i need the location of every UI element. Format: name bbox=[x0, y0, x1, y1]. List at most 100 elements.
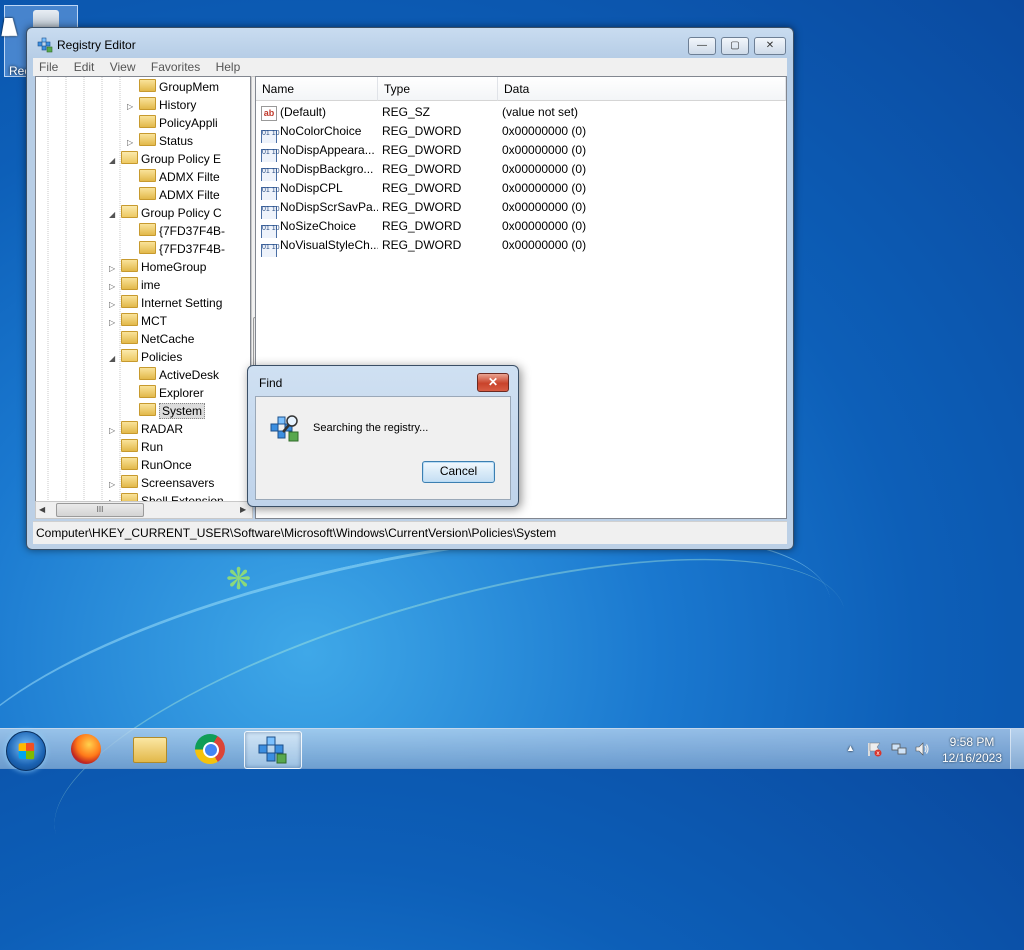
value-type: REG_DWORD bbox=[382, 238, 462, 252]
start-button[interactable] bbox=[6, 731, 46, 771]
tree-item[interactable]: GroupMem bbox=[139, 78, 219, 96]
registry-value-row[interactable]: 01 10NoSizeChoice REG_DWORD 0x00000000 (0) bbox=[256, 217, 786, 238]
minimize-button[interactable]: — bbox=[688, 37, 716, 55]
tree-item[interactable]: Run bbox=[121, 438, 163, 456]
value-name: NoColorChoice bbox=[280, 124, 362, 138]
tree-item[interactable]: ▷ Internet Setting bbox=[109, 294, 222, 312]
taskbar-firefox[interactable] bbox=[58, 731, 114, 767]
taskbar-chrome[interactable] bbox=[182, 731, 238, 767]
tree-item[interactable]: ◢ Group Policy C bbox=[109, 204, 222, 222]
folder-icon bbox=[121, 421, 138, 434]
folder-icon bbox=[121, 313, 138, 326]
value-type: REG_DWORD bbox=[382, 219, 462, 233]
folder-icon bbox=[139, 115, 156, 128]
tree-item[interactable]: PolicyAppli bbox=[139, 114, 218, 132]
tree-horizontal-scroll-thumb[interactable]: III bbox=[56, 503, 144, 517]
tree-item[interactable]: ▷ RADAR bbox=[109, 420, 183, 438]
tree-item[interactable]: ▷ ime bbox=[109, 276, 161, 294]
tree-expand-arrow-icon[interactable]: ▷ bbox=[109, 278, 119, 296]
tree-item[interactable]: ADMX Filte bbox=[139, 168, 220, 186]
value-data: 0x00000000 (0) bbox=[502, 200, 587, 214]
tree-item-label: System bbox=[159, 403, 206, 419]
dword-value-icon: 01 10 bbox=[261, 244, 280, 257]
tree-item[interactable]: ▷ History bbox=[127, 96, 196, 114]
tree-item-label: {7FD37F4B- bbox=[159, 224, 226, 238]
network-icon[interactable] bbox=[891, 741, 907, 757]
tree-item[interactable]: ▷ Screensavers bbox=[109, 474, 214, 492]
close-button[interactable]: ✕ bbox=[754, 37, 786, 55]
tree-expand-arrow-icon[interactable]: ▷ bbox=[109, 422, 119, 440]
find-dialog: Find ✕ Searching the registry... Cancel bbox=[247, 365, 519, 507]
menu-help[interactable]: Help bbox=[210, 58, 247, 76]
tree-item-label: GroupMem bbox=[159, 80, 220, 94]
action-center-flag-icon[interactable]: x bbox=[866, 741, 882, 757]
value-type: REG_DWORD bbox=[382, 162, 462, 176]
folder-icon bbox=[121, 439, 138, 452]
registry-value-row[interactable]: ab (Default) REG_SZ (value not set) bbox=[256, 103, 786, 122]
tree-item[interactable]: ▷ Status bbox=[127, 132, 193, 150]
value-name-cell: 01 10NoDispAppeara... bbox=[256, 141, 378, 162]
tree-expand-arrow-icon[interactable]: ▷ bbox=[127, 98, 137, 116]
menu-edit[interactable]: Edit bbox=[68, 58, 101, 76]
tree-item[interactable]: RunOnce bbox=[121, 456, 192, 474]
folder-icon bbox=[139, 403, 156, 416]
tree-item[interactable]: ◢ Policies bbox=[109, 348, 182, 366]
column-header-data[interactable]: Data bbox=[498, 77, 786, 101]
title-bar[interactable]: Registry Editor — ▢ ✕ bbox=[27, 28, 793, 58]
tree-item[interactable]: Explorer bbox=[139, 384, 204, 402]
tree-item-label: ime bbox=[141, 278, 161, 292]
wallpaper-leaf-icon: ❋ bbox=[226, 563, 252, 596]
tree-item[interactable]: ActiveDesk bbox=[139, 366, 219, 384]
find-dialog-close-button[interactable]: ✕ bbox=[477, 373, 509, 392]
tree-expand-arrow-icon[interactable]: ▷ bbox=[109, 314, 119, 332]
registry-search-icon bbox=[270, 415, 299, 442]
tree-collapse-arrow-icon[interactable]: ◢ bbox=[109, 206, 119, 224]
cancel-button[interactable]: Cancel bbox=[422, 461, 495, 483]
tree-item[interactable]: {7FD37F4B- bbox=[139, 240, 225, 258]
tree-item[interactable]: ADMX Filte bbox=[139, 186, 220, 204]
menu-file[interactable]: File bbox=[33, 58, 64, 76]
taskbar-registry-editor[interactable] bbox=[244, 731, 302, 769]
tree-item-label: Run bbox=[141, 440, 164, 454]
folder-icon bbox=[121, 457, 138, 470]
value-data: 0x00000000 (0) bbox=[502, 143, 587, 157]
column-header-name[interactable]: Name bbox=[256, 77, 378, 101]
scroll-right-arrow-icon[interactable]: ▶ bbox=[240, 505, 246, 514]
taskbar-file-explorer[interactable] bbox=[121, 731, 177, 767]
registry-value-row[interactable]: 01 10NoColorChoice REG_DWORD 0x00000000 (0… bbox=[256, 122, 786, 143]
tree-collapse-arrow-icon[interactable]: ◢ bbox=[109, 350, 119, 368]
menu-favorites[interactable]: Favorites bbox=[145, 58, 206, 76]
registry-value-row[interactable]: 01 10NoDispScrSavPa... REG_DWORD 0x0000000… bbox=[256, 198, 786, 219]
value-name-cell: 01 10NoDispCPL bbox=[256, 179, 378, 200]
registry-value-row[interactable]: 01 10NoDispAppeara... REG_DWORD 0x00000000… bbox=[256, 141, 786, 162]
tree-expand-arrow-icon[interactable]: ▷ bbox=[109, 296, 119, 314]
tree-item[interactable]: NetCache bbox=[121, 330, 194, 348]
tray-show-hidden-icons[interactable]: ▲ bbox=[846, 743, 855, 753]
registry-key-tree[interactable]: GroupMem ▷ History PolicyAppli ▷ Status ◢ Group… bbox=[35, 76, 251, 519]
column-header-type[interactable]: Type bbox=[378, 77, 498, 101]
show-desktop-button[interactable] bbox=[1010, 729, 1024, 769]
folder-icon bbox=[139, 241, 156, 254]
folder-icon bbox=[139, 169, 156, 182]
taskbar-clock[interactable]: 9:58 PM 12/16/2023 bbox=[940, 734, 1004, 766]
tree-item[interactable]: ▷ HomeGroup bbox=[109, 258, 206, 276]
tree-item[interactable]: {7FD37F4B- bbox=[139, 222, 225, 240]
folder-icon bbox=[139, 187, 156, 200]
tree-expand-arrow-icon[interactable]: ▷ bbox=[109, 260, 119, 278]
svg-text:x: x bbox=[876, 750, 880, 757]
tree-item[interactable]: ◢ Group Policy E bbox=[109, 150, 221, 168]
registry-value-row[interactable]: 01 10NoDispBackgro... REG_DWORD 0x00000000… bbox=[256, 160, 786, 181]
scroll-left-arrow-icon[interactable]: ◀ bbox=[39, 505, 45, 514]
tree-item[interactable]: System bbox=[139, 402, 206, 420]
tree-item[interactable]: ▷ MCT bbox=[109, 312, 167, 330]
tree-horizontal-scrollbar[interactable]: ◀ III ▶ bbox=[35, 501, 253, 519]
volume-icon[interactable] bbox=[914, 741, 930, 757]
tree-expand-arrow-icon[interactable]: ▷ bbox=[109, 476, 119, 494]
tree-item-label: NetCache bbox=[141, 332, 195, 346]
registry-value-row[interactable]: 01 10NoVisualStyleCh... REG_DWORD 0x000000… bbox=[256, 236, 786, 257]
registry-value-row[interactable]: 01 10NoDispCPL REG_DWORD 0x00000000 (0) bbox=[256, 179, 786, 200]
menu-view[interactable]: View bbox=[104, 58, 142, 76]
tree-collapse-arrow-icon[interactable]: ◢ bbox=[109, 152, 119, 170]
tree-item-label: PolicyAppli bbox=[159, 116, 218, 130]
maximize-button[interactable]: ▢ bbox=[721, 37, 749, 55]
